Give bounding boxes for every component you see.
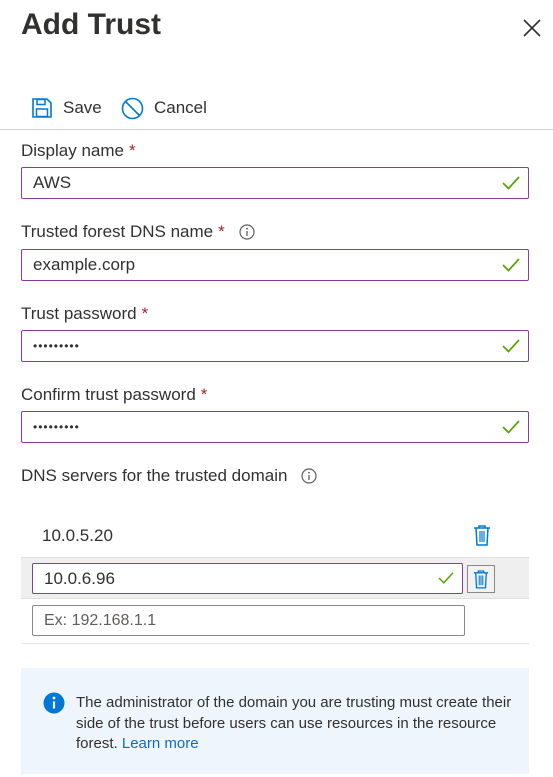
- trash-icon: [473, 570, 489, 589]
- command-bar: Save Cancel: [0, 92, 553, 130]
- confirm-password-value: •••••••••: [33, 420, 80, 434]
- cancel-icon: [121, 97, 144, 119]
- checkmark-icon: [502, 420, 520, 434]
- delete-dns-button[interactable]: [470, 523, 494, 547]
- info-message-text: The administrator of the domain you are …: [76, 694, 512, 752]
- close-icon: [523, 19, 541, 37]
- required-marker: *: [141, 304, 149, 323]
- dns-servers-label: DNS servers for the trusted domain: [21, 466, 318, 486]
- forest-dns-value: example.corp: [33, 255, 136, 274]
- cancel-label: Cancel: [154, 98, 207, 117]
- info-icon[interactable]: [239, 224, 255, 240]
- learn-more-link[interactable]: Learn more: [122, 735, 199, 752]
- confirm-password-field[interactable]: •••••••••: [21, 411, 529, 443]
- dns-server-value: 10.0.6.96: [44, 568, 115, 588]
- display-name-value: AWS: [33, 173, 72, 192]
- divider: [21, 643, 529, 644]
- checkmark-icon: [502, 258, 520, 272]
- forest-dns-label: Trusted forest DNS name *: [21, 222, 255, 242]
- new-dns-server-input[interactable]: [32, 605, 465, 636]
- trust-password-label: Trust password *: [21, 304, 149, 323]
- dns-server-field[interactable]: 10.0.6.96: [32, 563, 463, 594]
- info-message-bar: The administrator of the domain you are …: [21, 668, 529, 774]
- save-button[interactable]: Save: [31, 95, 102, 121]
- display-name-label: Display name *: [21, 141, 136, 160]
- checkmark-icon: [502, 339, 520, 353]
- close-button[interactable]: [518, 14, 546, 42]
- required-marker: *: [200, 385, 208, 404]
- info-icon: [43, 692, 65, 714]
- dns-server-row-selected: 10.0.6.96: [21, 557, 529, 599]
- save-icon: [32, 98, 52, 118]
- trash-icon: [474, 525, 490, 546]
- cancel-button[interactable]: Cancel: [121, 95, 207, 121]
- display-name-field[interactable]: AWS: [21, 167, 529, 199]
- required-marker: *: [129, 141, 136, 160]
- delete-dns-button[interactable]: [467, 565, 495, 593]
- trust-password-field[interactable]: •••••••••: [21, 330, 529, 362]
- confirm-password-label: Confirm trust password *: [21, 385, 208, 404]
- required-marker: *: [218, 222, 225, 241]
- trust-password-value: •••••••••: [33, 339, 80, 353]
- checkmark-icon: [502, 176, 520, 190]
- dns-server-row: 10.0.5.20: [21, 515, 529, 555]
- forest-dns-field[interactable]: example.corp: [21, 249, 529, 281]
- page-title: Add Trust: [21, 8, 161, 41]
- checkmark-icon: [438, 572, 454, 584]
- info-icon[interactable]: [301, 468, 318, 484]
- dns-server-value: 10.0.5.20: [42, 526, 113, 545]
- save-label: Save: [63, 98, 102, 117]
